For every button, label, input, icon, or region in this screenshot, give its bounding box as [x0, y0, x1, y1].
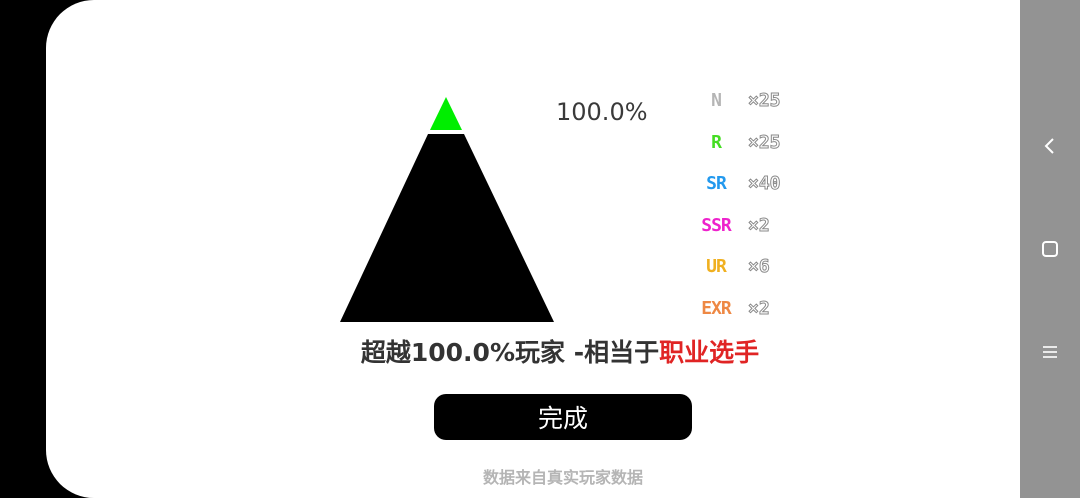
- rarity-label: N: [711, 90, 722, 111]
- rarity-count: ×40: [748, 173, 782, 195]
- home-button[interactable]: [1020, 227, 1080, 271]
- done-button[interactable]: 完成: [434, 394, 692, 440]
- rarity-label: SSR: [701, 215, 732, 236]
- data-source-note: 数据来自真实玩家数据: [482, 468, 643, 487]
- rank-title: 职业选手: [659, 338, 760, 367]
- percentile-label: 100.0%: [556, 98, 648, 126]
- rarity-count: ×6: [748, 256, 771, 278]
- chevron-left-icon: [1044, 138, 1054, 154]
- square-icon: [1042, 241, 1058, 257]
- system-navbar: [1020, 0, 1080, 498]
- legend-row-n: N ×25: [700, 86, 810, 116]
- legend-row-sr: SR ×40: [700, 169, 810, 199]
- legend-row-exr: EXR ×2: [700, 294, 810, 324]
- rarity-label: SR: [706, 173, 727, 194]
- rarity-count: ×2: [748, 215, 771, 237]
- rarity-label: R: [711, 132, 722, 153]
- rarity-count: ×2: [748, 298, 771, 320]
- rarity-count: ×25: [748, 132, 782, 154]
- legend-row-ssr: SSR ×2: [700, 211, 810, 241]
- rarity-label: EXR: [701, 298, 732, 319]
- summary-prefix: 超越100.0%玩家 -相当于: [360, 338, 660, 367]
- back-button[interactable]: [1020, 124, 1080, 168]
- pyramid-body: [340, 134, 554, 322]
- menu-button[interactable]: [1020, 330, 1080, 374]
- legend-row-r: R ×25: [700, 128, 810, 158]
- rarity-label: UR: [706, 256, 727, 277]
- result-summary: 超越100.0%玩家 -相当于职业选手: [0, 333, 1080, 369]
- rarity-count: ×25: [748, 90, 782, 112]
- rank-pyramid: [340, 97, 554, 322]
- pyramid-top-tier: [430, 97, 462, 130]
- menu-icon: [1043, 346, 1057, 358]
- legend-row-ur: UR ×6: [700, 252, 810, 282]
